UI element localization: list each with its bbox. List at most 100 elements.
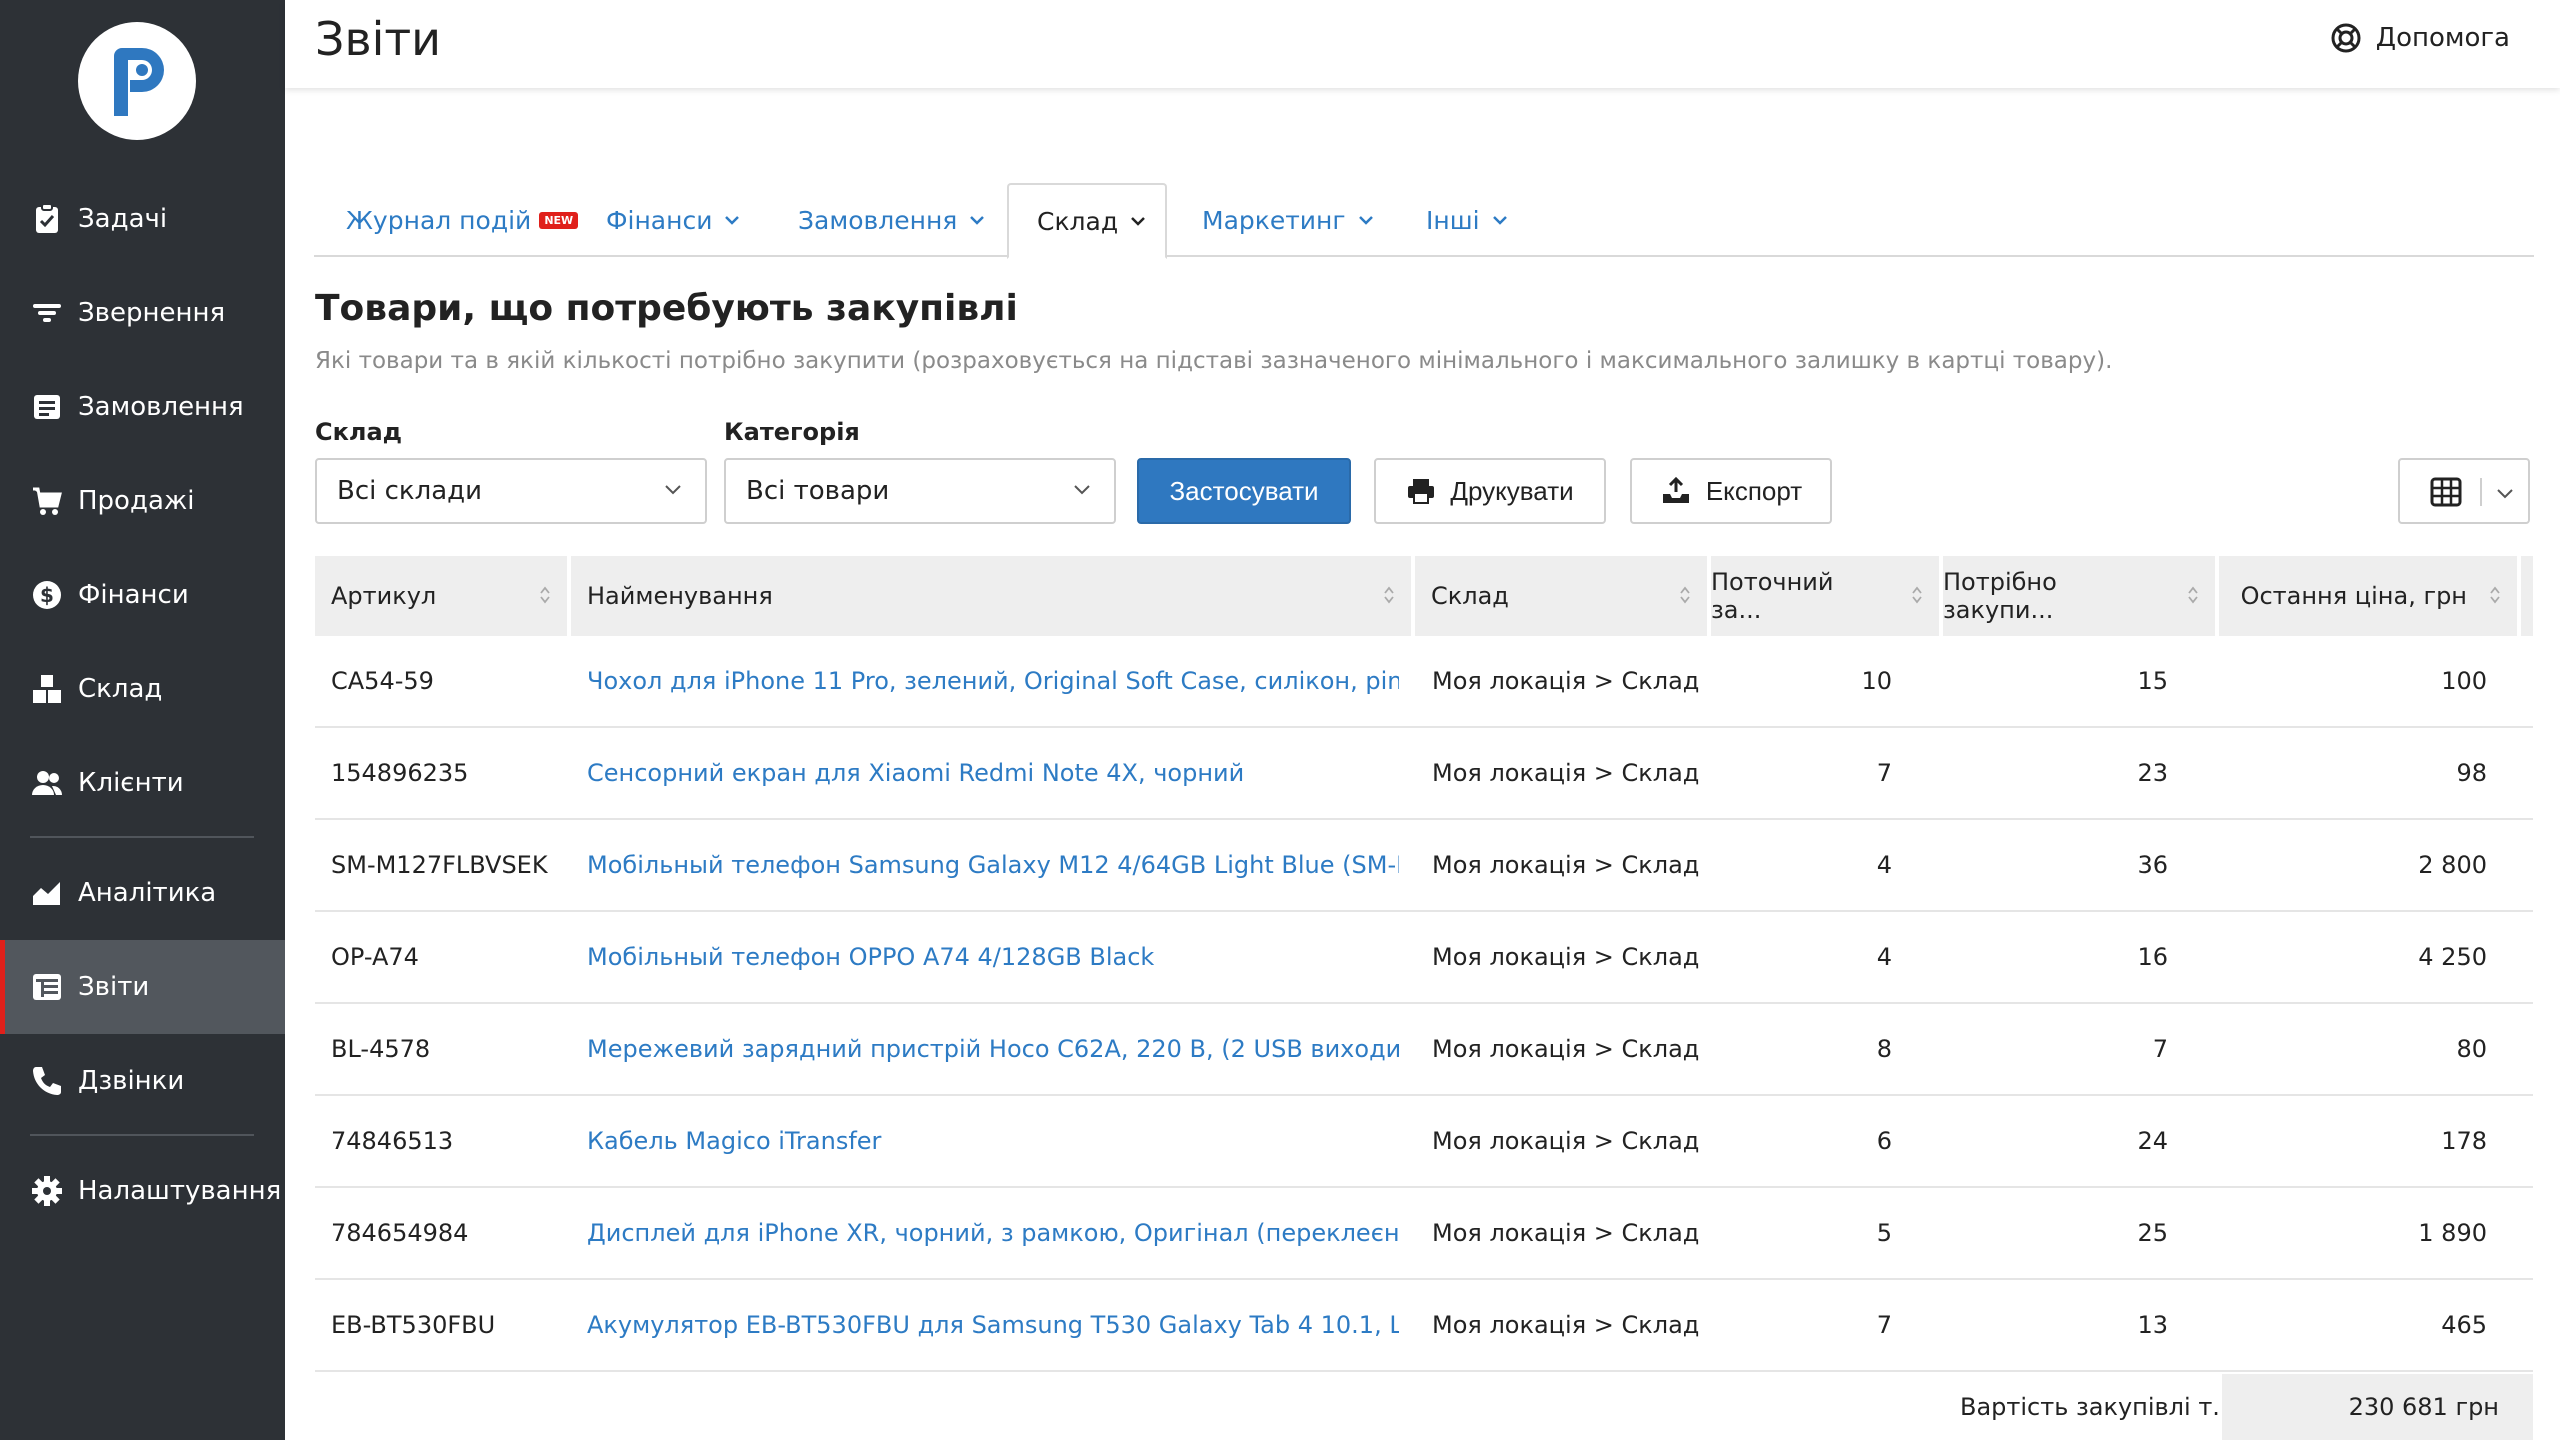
sidebar-item-reports[interactable]: Звіти [0, 940, 285, 1034]
category-select[interactable]: Всі товари [724, 458, 1116, 524]
table-row[interactable]: CA54-59 Чохол для iPhone 11 Pro, зелений,… [315, 636, 2533, 728]
cell-warehouse: Моя локація > Склад [1432, 1035, 1700, 1063]
cell-name[interactable]: Акумулятор EB-BT530FBU для Samsung T530 … [587, 1280, 1399, 1370]
report-table-icon [33, 974, 61, 1000]
sort-icon [1680, 586, 1690, 604]
sort-icon [2188, 586, 2198, 604]
cell-current: 5 [1876, 1219, 1892, 1247]
tab-marketing[interactable]: Маркетинг [1202, 183, 1374, 257]
table-row[interactable]: 74846513 Кабель Magico iTransfer Моя локац… [315, 1096, 2533, 1188]
cell-name[interactable]: Чохол для iPhone 11 Pro, зелений, Origin… [587, 636, 1399, 726]
cell-name[interactable]: Сенсорний екран для Xiaomi Redmi Note 4X… [587, 728, 1399, 818]
category-filter-label: Категорія [724, 418, 860, 446]
cell-warehouse: Моя локація > Склад [1432, 943, 1700, 971]
table-header: Артикул Найменування Склад Поточний за..… [315, 556, 2533, 636]
cell-warehouse: Моя локація > Склад [1432, 1219, 1700, 1247]
cell-current: 10 [1861, 667, 1892, 695]
cell-price: 1 890 [2418, 1219, 2487, 1247]
table-row[interactable]: BL-4578 Мережевий зарядний пристрій Hoco … [315, 1004, 2533, 1096]
column-header-name[interactable]: Найменування [571, 556, 1411, 636]
chevron-down-icon [1074, 485, 1090, 495]
section-title: Товари, що потребують закупівлі [315, 288, 1018, 329]
cell-need: 24 [2137, 1127, 2168, 1155]
cell-name[interactable]: Мобільный телефон OPPO A74 4/128GB Black [587, 912, 1399, 1002]
app-logo[interactable] [78, 22, 196, 140]
sidebar-item-label: Склад [78, 674, 163, 704]
cell-name[interactable]: Мережевий зарядний пристрій Hoco C62A, 2… [587, 1004, 1399, 1094]
sidebar-item-tasks[interactable]: Задачі [0, 172, 285, 266]
column-header-label: Склад [1431, 582, 1509, 610]
sidebar-item-label: Дзвінки [78, 1066, 185, 1096]
chevron-down-icon [1492, 216, 1507, 225]
table-grid-icon [2430, 477, 2462, 507]
column-header-label: Артикул [331, 582, 437, 610]
cell-need: 36 [2137, 851, 2168, 879]
sidebar-item-orders[interactable]: Замовлення [0, 360, 285, 454]
sidebar-item-analytics[interactable]: Аналітика [0, 846, 285, 940]
sidebar-item-requests[interactable]: Звернення [0, 266, 285, 360]
tab-finance[interactable]: Фінанси [606, 183, 740, 257]
tab-event-log[interactable]: Журнал подій NEW [346, 183, 579, 257]
sidebar-item-finance[interactable]: $ Фінанси [0, 548, 285, 642]
sidebar-item-clients[interactable]: Клієнти [0, 736, 285, 830]
cell-price: 465 [2441, 1311, 2487, 1339]
sidebar-item-label: Замовлення [78, 392, 244, 422]
view-toggle-divider [2480, 478, 2482, 506]
table-scrollbar-stub [2521, 556, 2533, 636]
tab-label: Замовлення [798, 205, 958, 235]
cell-name[interactable]: Мобільный телефон Samsung Galaxy M12 4/6… [587, 820, 1399, 910]
sidebar-divider [30, 836, 254, 838]
cell-price: 178 [2441, 1127, 2487, 1155]
sidebar-item-label: Задачі [78, 204, 168, 234]
new-badge: NEW [539, 211, 579, 229]
column-header-warehouse[interactable]: Склад [1415, 556, 1707, 636]
export-tray-icon [1662, 476, 1689, 503]
cell-need: 23 [2137, 759, 2168, 787]
sidebar-item-label: Фінанси [78, 580, 189, 610]
column-header-last-price[interactable]: Остання ціна, грн [2219, 556, 2517, 636]
column-header-sku[interactable]: Артикул [315, 556, 567, 636]
table-row[interactable]: 784654984 Дисплей для iPhone XR, чорний, … [315, 1188, 2533, 1280]
sidebar-item-label: Продажі [78, 486, 195, 516]
sidebar-item-calls[interactable]: Дзвінки [0, 1034, 285, 1128]
cell-sku: EB-BT530FBU [331, 1311, 496, 1339]
table-row[interactable]: 154896235 Сенсорний екран для Xiaomi Redm… [315, 728, 2533, 820]
area-chart-icon [33, 882, 60, 905]
table-row[interactable]: SM-M127FLBVSEK Мобільный телефон Samsung … [315, 820, 2533, 912]
tab-warehouse[interactable]: Склад [1007, 183, 1167, 259]
cell-name[interactable]: Дисплей для iPhone XR, чорний, з рамкою,… [587, 1188, 1399, 1278]
apply-button[interactable]: Застосувати [1137, 458, 1351, 524]
sort-icon [540, 586, 550, 604]
print-button[interactable]: Друкувати [1374, 458, 1606, 524]
column-header-need-to-buy[interactable]: Потрібно закупи... [1943, 556, 2215, 636]
warehouse-select-value: Всі склади [337, 476, 483, 506]
category-select-value: Всі товари [746, 476, 890, 506]
svg-text:$: $ [40, 583, 54, 607]
cell-price: 98 [2456, 759, 2487, 787]
column-view-toggle[interactable] [2398, 458, 2530, 524]
export-button[interactable]: Експорт [1630, 458, 1832, 524]
chevron-down-icon [970, 216, 985, 225]
warehouse-select[interactable]: Всі склади [315, 458, 707, 524]
sidebar-item-settings[interactable]: Налаштування [0, 1144, 285, 1238]
table-row[interactable]: OP-A74 Мобільный телефон OPPO A74 4/128GB… [315, 912, 2533, 1004]
help-link[interactable]: Допомога [2330, 22, 2510, 54]
print-button-label: Друкувати [1450, 475, 1574, 506]
sort-icon [1384, 586, 1394, 604]
cell-name[interactable]: Кабель Magico iTransfer [587, 1096, 1399, 1186]
cart-icon [33, 487, 62, 515]
tab-other[interactable]: Інші [1426, 183, 1508, 257]
tab-orders[interactable]: Замовлення [798, 183, 985, 257]
chevron-down-icon [1358, 216, 1373, 225]
sidebar-item-warehouse[interactable]: Склад [0, 642, 285, 736]
chevron-down-icon [665, 485, 681, 495]
table-row[interactable]: EB-BT530FBU Акумулятор EB-BT530FBU для Sa… [315, 1280, 2533, 1372]
cell-need: 13 [2137, 1311, 2168, 1339]
sort-icon [1912, 586, 1922, 604]
cell-need: 16 [2137, 943, 2168, 971]
purchase-total-label: Вартість закупівлі т... [1960, 1393, 2236, 1421]
column-header-current-stock[interactable]: Поточний за... [1711, 556, 1939, 636]
cell-current: 4 [1876, 943, 1892, 971]
sidebar-item-sales[interactable]: Продажі [0, 454, 285, 548]
filter-lines-icon [33, 304, 61, 322]
